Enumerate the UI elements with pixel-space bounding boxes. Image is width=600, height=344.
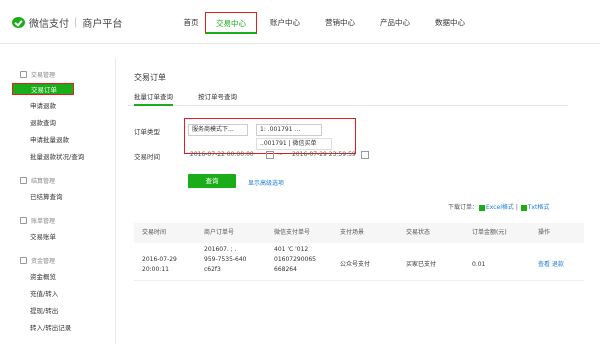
download-orders: 下载订单： Excel格式 | Txt格式 xyxy=(448,204,550,211)
col-trade-time: 交易时间 xyxy=(142,229,167,236)
col-order-amount: 订单金额(元) xyxy=(472,229,507,236)
nav-account-center[interactable]: 账户中心 xyxy=(263,12,307,34)
wechat-pay-icon xyxy=(12,16,25,28)
tab-batch-query[interactable]: 批量订单查询 xyxy=(134,90,173,106)
trade-icon xyxy=(20,70,27,78)
sidebar-item-funds-overview[interactable]: 资金概览 xyxy=(12,271,116,283)
nav-product-center[interactable]: 产品中心 xyxy=(373,12,417,34)
sidebar-item-apply-refund[interactable]: 申请退款 xyxy=(12,100,116,112)
advanced-options-link[interactable]: 显示高级选项 xyxy=(248,178,284,187)
col-trade-status: 交易状态 xyxy=(406,229,431,236)
sidebar-item-transfer-records[interactable]: 转入/转出记录 xyxy=(12,322,116,334)
brand-logo[interactable]: 微信支付 | 商户平台 xyxy=(12,12,122,32)
calendar-icon[interactable] xyxy=(361,151,369,159)
calendar-icon[interactable] xyxy=(266,151,274,159)
sidebar-item-batch-refund-status[interactable]: 批量退款状况/查询 xyxy=(12,151,116,163)
download-excel-link[interactable]: Excel格式 xyxy=(486,204,514,211)
row-order-amount: 0.01 xyxy=(472,261,486,268)
row-trade-status: 买家已支付 xyxy=(406,261,437,268)
order-type-select[interactable]: 服务商模式下... xyxy=(188,124,248,136)
txt-icon xyxy=(520,204,527,211)
nav-marketing-center[interactable]: 营销中心 xyxy=(318,12,362,34)
col-operations: 操作 xyxy=(538,229,551,236)
tab-order-number-query[interactable]: 按订单号查询 xyxy=(198,90,237,106)
platform-name: 商户平台 xyxy=(82,18,123,30)
query-tabs: 批量订单查询 按订单号查询 xyxy=(128,90,568,106)
row-divider xyxy=(134,280,584,281)
row-wechat-order-no: 401 'C '012 01607290065 668264 xyxy=(274,246,316,273)
row-operations[interactable]: 查看 退款 xyxy=(538,260,564,270)
row-pay-scene: 公众号支付 xyxy=(340,261,371,268)
sidebar-item-recharge[interactable]: 充值/转入 xyxy=(12,288,116,300)
main-content: 交易订单 批量订单查询 按订单号查询 订单类型 服务商模式下... 1: .00… xyxy=(124,58,594,344)
settlement-icon xyxy=(20,176,27,184)
nav-home[interactable]: 首页 xyxy=(176,12,206,34)
sidebar-item-refund-query[interactable]: 退款查询 xyxy=(12,117,116,129)
sidebar-group-label: 资金管理 xyxy=(31,257,56,265)
funds-icon xyxy=(20,256,27,264)
order-type-label: 订单类型 xyxy=(134,128,160,136)
table-header: 交易时间 商户订单号 微信支付单号 支付场景 交易状态 订单金额(元) 操作 xyxy=(134,223,584,243)
nav-data-center[interactable]: 数据中心 xyxy=(428,12,472,34)
trade-time-label: 交易时间 xyxy=(134,153,160,161)
brand-name: 微信支付 xyxy=(29,18,69,30)
sidebar-group-label: 账单管理 xyxy=(31,217,56,225)
brand-separator: | xyxy=(74,16,78,28)
download-txt-link[interactable]: Txt格式 xyxy=(528,204,550,211)
col-wechat-order-no: 微信支付单号 xyxy=(274,229,311,236)
excel-icon xyxy=(479,204,486,211)
row-trade-time: 2016-07-29 20:00:11 xyxy=(142,256,177,273)
sidebar-item-withdraw[interactable]: 提现/转出 xyxy=(12,305,116,317)
row-merchant-order-no: 201607. ; . 959-7535-640 c62f3 xyxy=(204,246,247,273)
col-pay-scene: 支付场景 xyxy=(340,229,365,236)
nav-trade-center[interactable]: 交易中心 xyxy=(205,12,257,34)
page-title: 交易订单 xyxy=(134,73,166,82)
time-start-field[interactable]: 2016-07-22 00:00:00 xyxy=(190,150,254,160)
sidebar-group-bill: 账单管理 xyxy=(12,214,116,226)
merchant-dropdown-option[interactable]: ..001791 | 微信买单 xyxy=(256,138,332,150)
sidebar-item-trade-bill[interactable]: 交易账单 xyxy=(12,231,116,243)
sidebar-group-label: 交易管理 xyxy=(31,71,56,79)
download-label: 下载订单： xyxy=(448,204,479,211)
top-bar: 微信支付 | 商户平台 首页 交易中心 账户中心 营销中心 产品中心 数据中心 xyxy=(0,0,600,44)
sidebar-group-funds: 资金管理 xyxy=(12,254,116,266)
sidebar-group-settlement: 结算管理 xyxy=(12,174,116,186)
sidebar-group-label: 结算管理 xyxy=(31,177,56,185)
sidebar-item-batch-refund[interactable]: 申请批量退款 xyxy=(12,134,116,146)
sidebar-item-settled-query[interactable]: 已结算查询 xyxy=(12,191,116,203)
time-separator: ~ xyxy=(278,151,284,158)
sidebar: 交易管理 交易订单 申请退款 退款查询 申请批量退款 批量退款状况/查询 结算管… xyxy=(12,58,116,344)
bill-icon xyxy=(20,216,27,224)
sidebar-item-trade-orders[interactable]: 交易订单 xyxy=(12,83,74,95)
merchant-select[interactable]: 1: .001791 ... xyxy=(256,124,322,136)
query-button[interactable]: 查询 xyxy=(188,174,236,188)
sidebar-group-trade: 交易管理 xyxy=(12,68,116,80)
col-merchant-order-no: 商户订单号 xyxy=(204,229,235,236)
time-end-field[interactable]: 2016-07-29 23:59:59 xyxy=(292,150,356,160)
